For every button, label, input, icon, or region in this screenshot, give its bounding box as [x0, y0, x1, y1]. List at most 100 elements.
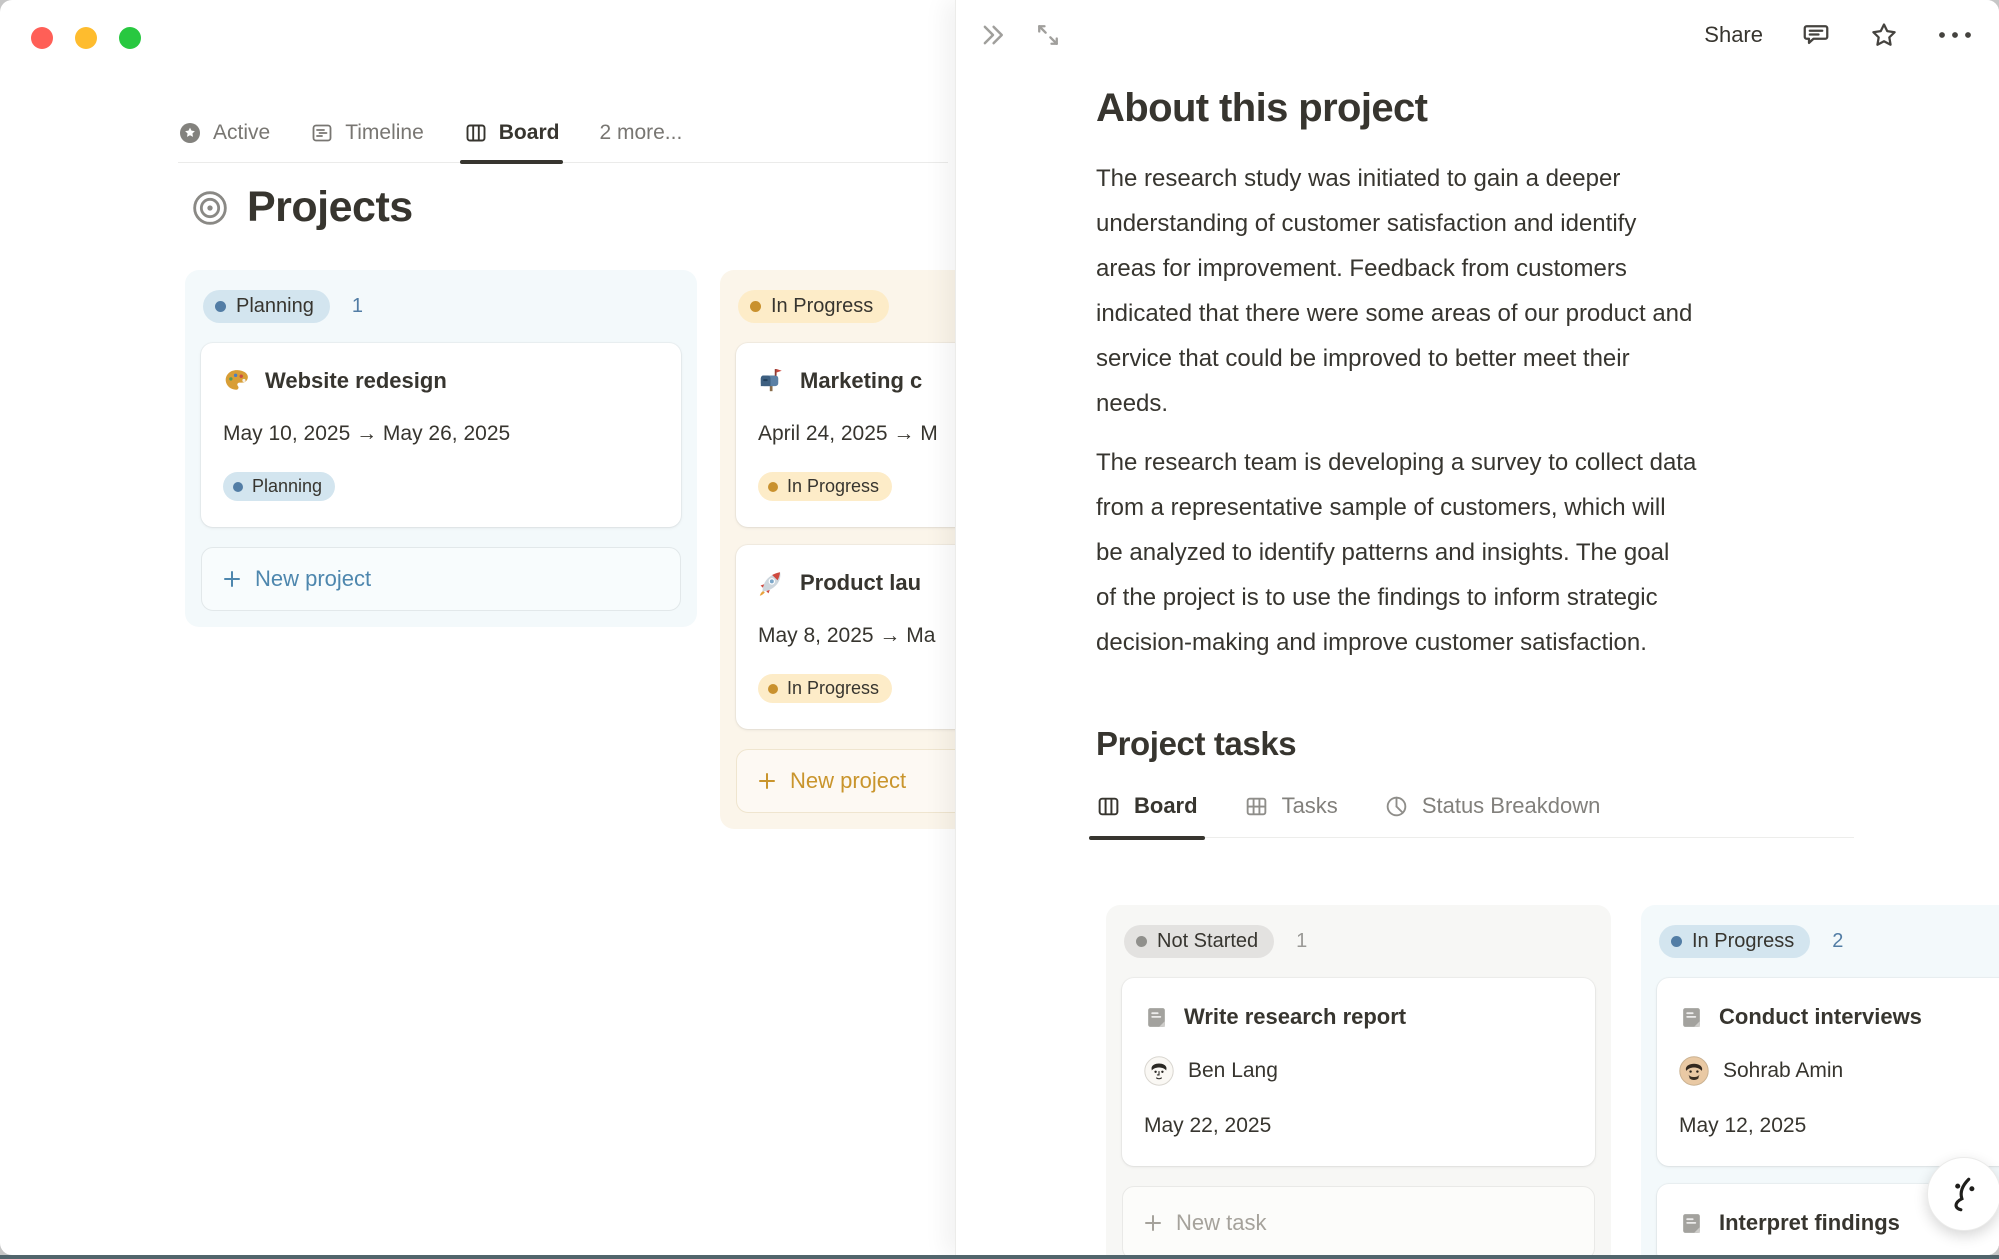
peek-content: About this project The research study wa… [1096, 86, 1896, 838]
share-button[interactable]: Share [1704, 22, 1763, 48]
zoom-window-button[interactable] [119, 27, 141, 49]
plus-icon [222, 569, 242, 589]
tab-label: Board [499, 121, 560, 145]
tasks-tab-board[interactable]: Board [1096, 793, 1198, 819]
about-paragraph-2: The research team is developing a survey… [1096, 440, 1896, 665]
palette-icon [223, 367, 250, 394]
card-dates: May 10, 2025 → May 26, 2025 [223, 422, 659, 446]
status-dot [1671, 936, 1682, 947]
page-title-row: Projects [190, 183, 413, 232]
screen: Active Timeline Board 2 more... [0, 0, 1999, 1259]
tasks-column-not-started: Not Started 1 Write research report [1106, 905, 1611, 1255]
side-peek-panel: Share [955, 0, 1999, 1255]
card-title: Write research report [1184, 1004, 1406, 1030]
card-title: Interpret findings [1719, 1210, 1900, 1236]
column-header: Not Started 1 [1122, 921, 1595, 960]
app-window: Active Timeline Board 2 more... [0, 0, 1999, 1255]
about-paragraph-1: The research study was initiated to gain… [1096, 156, 1896, 426]
window-bottom-edge [0, 1255, 1999, 1259]
window-controls [31, 27, 141, 49]
open-full-page-button[interactable] [1034, 21, 1062, 49]
rocket-icon [758, 569, 785, 596]
timeline-icon [310, 121, 334, 145]
view-tabs: Active Timeline Board 2 more... [178, 103, 948, 163]
assignee-name: Sohrab Amin [1723, 1059, 1843, 1083]
page-title: Projects [247, 183, 413, 232]
tasks-view-tabs: Board Tasks Status Breakdown [1096, 793, 1854, 838]
card-status-pill: In Progress [758, 674, 892, 703]
board-column-planning: Planning 1 Website redesign May 10, 2025… [185, 270, 697, 627]
tab-board[interactable]: Board [464, 103, 560, 162]
card-title: Website redesign [265, 368, 447, 394]
assignee-row: Ben Lang [1144, 1056, 1573, 1086]
page-icon [1679, 1211, 1704, 1236]
status-pill-in-progress: In Progress [738, 290, 889, 323]
card-date: May 22, 2025 [1144, 1114, 1573, 1138]
column-count: 2 [1832, 930, 1843, 953]
status-pill-in-progress: In Progress [1659, 925, 1810, 958]
avatar-sohrab-amin [1679, 1056, 1709, 1086]
mailbox-icon [758, 367, 785, 394]
status-dot [750, 301, 761, 312]
peek-toolbar: Share [978, 12, 1973, 58]
plus-icon [757, 771, 777, 791]
status-dot [768, 684, 778, 694]
status-dot [215, 301, 226, 312]
board-icon [464, 121, 488, 145]
close-peek-button[interactable] [978, 20, 1008, 50]
card-title: Product lau [800, 570, 921, 596]
plus-icon [1143, 1213, 1163, 1233]
assignee-name: Ben Lang [1188, 1059, 1278, 1083]
table-icon [1244, 794, 1269, 819]
double-chevron-right-icon [978, 20, 1008, 50]
status-dot [768, 482, 778, 492]
new-task-button[interactable]: New task [1122, 1186, 1595, 1255]
task-card-conduct-interviews[interactable]: Conduct interviews Sohrab Amin May 12, 2… [1657, 978, 1999, 1166]
more-options-button[interactable] [1937, 30, 1973, 40]
status-pill-planning: Planning [203, 290, 330, 323]
card-status-pill: Planning [223, 472, 335, 501]
page-icon [1144, 1005, 1169, 1030]
more-views-label: 2 more... [599, 121, 682, 145]
avatar-ben-lang [1144, 1056, 1174, 1086]
column-count: 1 [1296, 930, 1307, 953]
tab-timeline[interactable]: Timeline [310, 103, 424, 162]
tab-active[interactable]: Active [178, 103, 270, 162]
column-header: Planning 1 [201, 286, 681, 325]
tab-label: Active [213, 121, 270, 145]
card-status-pill: In Progress [758, 472, 892, 501]
status-dot [233, 482, 243, 492]
favorite-button[interactable] [1869, 20, 1899, 50]
card-date: May 12, 2025 [1679, 1114, 1999, 1138]
star-icon [1869, 20, 1899, 50]
comments-button[interactable] [1801, 20, 1831, 50]
page-icon [1679, 1005, 1704, 1030]
project-card-website-redesign[interactable]: Website redesign May 10, 2025 → May 26, … [201, 343, 681, 527]
notion-ai-button[interactable] [1927, 1157, 1999, 1231]
star-circle-icon [178, 121, 202, 145]
minimize-window-button[interactable] [75, 27, 97, 49]
pie-chart-icon [1384, 794, 1409, 819]
status-pill-not-started: Not Started [1124, 925, 1274, 958]
tab-label: Timeline [345, 121, 424, 145]
column-header: In Progress 2 [1657, 921, 1999, 960]
target-icon [190, 188, 230, 228]
section-heading-about: About this project [1096, 86, 1896, 131]
tasks-tab-tasks[interactable]: Tasks [1244, 793, 1338, 819]
card-title: Conduct interviews [1719, 1004, 1922, 1030]
board-icon [1096, 794, 1121, 819]
expand-diagonal-icon [1034, 21, 1062, 49]
card-title: Marketing c [800, 368, 922, 394]
more-views-button[interactable]: 2 more... [599, 103, 682, 162]
comment-bubble-icon [1801, 20, 1831, 50]
assignee-row: Sohrab Amin [1679, 1056, 1999, 1086]
column-count: 1 [352, 295, 363, 318]
ai-face-icon [1943, 1173, 1985, 1215]
tasks-tab-status-breakdown[interactable]: Status Breakdown [1384, 793, 1601, 819]
section-heading-project-tasks: Project tasks [1096, 725, 1896, 763]
task-card-write-research-report[interactable]: Write research report Ben Lang May 22, 2… [1122, 978, 1595, 1166]
status-dot [1136, 936, 1147, 947]
close-window-button[interactable] [31, 27, 53, 49]
ellipsis-icon [1937, 30, 1973, 40]
new-project-button-planning[interactable]: New project [201, 547, 681, 611]
